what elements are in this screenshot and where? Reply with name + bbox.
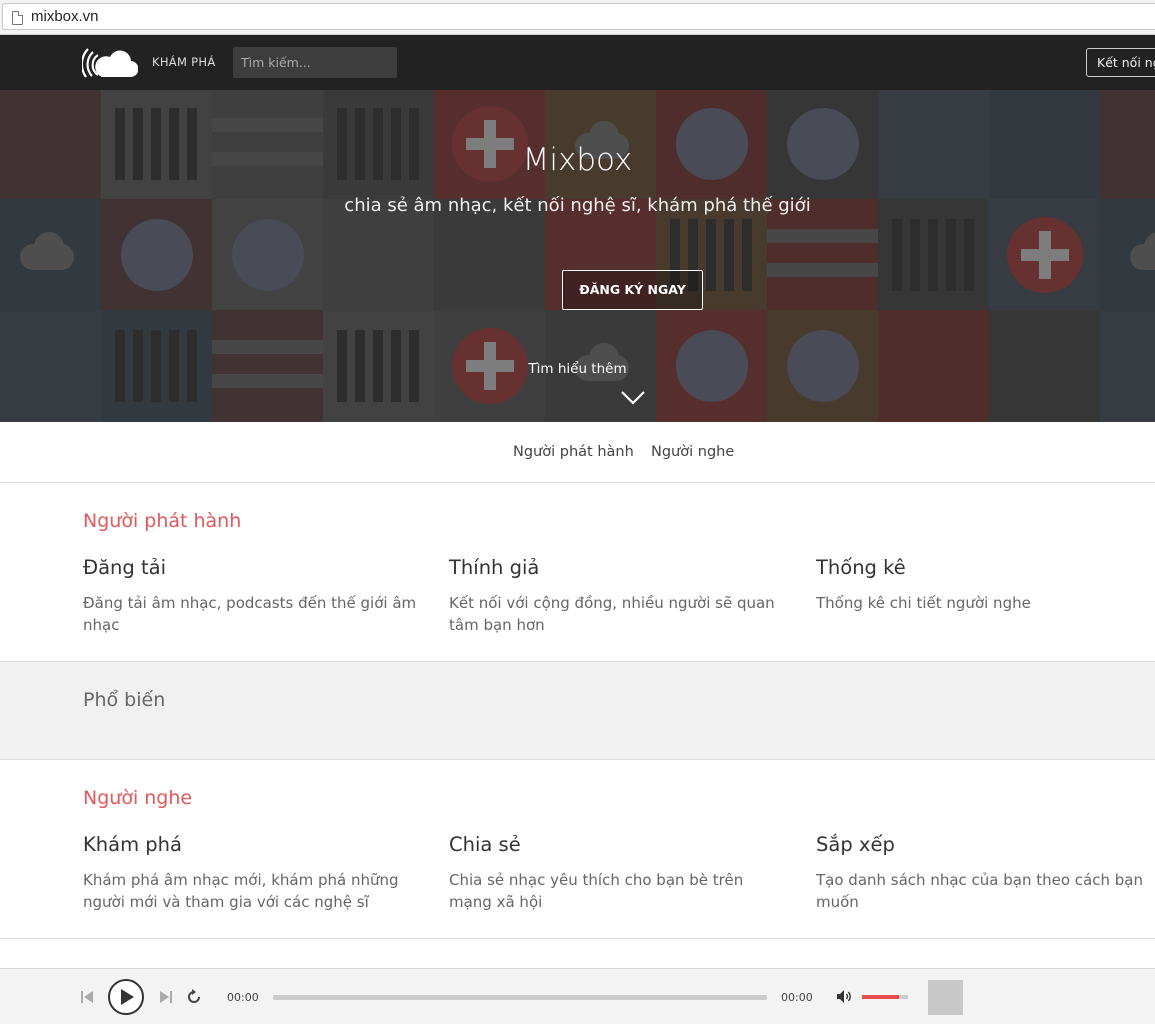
feature-title: Thống kê — [816, 556, 906, 579]
track-thumbnail[interactable] — [928, 980, 963, 1015]
tab-listener[interactable]: Người nghe — [651, 444, 734, 460]
cloud-logo-icon[interactable] — [82, 45, 138, 79]
repeat-icon[interactable] — [186, 989, 202, 1005]
feature-title: Thính giả — [449, 556, 540, 579]
volume-icon[interactable] — [836, 989, 853, 1004]
feature-desc: Khám phá âm nhạc mới, khám phá những ngư… — [83, 871, 399, 911]
feature-title: Sắp xếp — [816, 833, 895, 856]
publisher-section: Người phát hành Đăng tải Đăng tải âm nhạ… — [0, 484, 1155, 661]
duration-time: 00:00 — [781, 991, 813, 1004]
section-heading: Người phát hành — [83, 510, 242, 532]
connect-button[interactable]: Kết nối ng — [1086, 48, 1155, 77]
popular-section: Phổ biến — [0, 661, 1155, 760]
section-heading: Người nghe — [83, 787, 193, 809]
current-time: 00:00 — [227, 991, 259, 1004]
signup-button[interactable]: ĐĂNG KÝ NGAY — [562, 270, 703, 310]
progress-bar[interactable] — [273, 995, 767, 1000]
learn-more-link[interactable]: Tìm hiểu thêm — [0, 361, 1155, 377]
play-icon[interactable] — [107, 978, 145, 1016]
url-field[interactable]: mixbox.vn — [2, 3, 1155, 30]
hero-banner: Mixbox chia sẻ âm nhạc, kết nối nghệ sĩ,… — [0, 90, 1155, 422]
section-tabs: Người phát hành Người nghe — [0, 422, 1155, 483]
feature-desc: Tạo danh sách nhạc của bạn theo cách bạn… — [816, 871, 1143, 911]
feature-desc: Thống kê chi tiết người nghe — [816, 594, 1031, 612]
browser-address-bar: mixbox.vn — [0, 0, 1155, 35]
feature-desc: Đăng tải âm nhạc, podcasts đến thế giới … — [83, 594, 417, 634]
feature-desc: Chia sẻ nhạc yêu thích cho bạn bè trên m… — [449, 871, 744, 911]
nav-explore-link[interactable]: KHÁM PHÁ — [152, 55, 215, 69]
chevron-down-icon[interactable] — [620, 390, 646, 406]
feature-title: Đăng tải — [83, 556, 167, 579]
next-track-icon[interactable] — [159, 990, 172, 1004]
feature-title: Khám phá — [83, 833, 182, 856]
divider — [0, 938, 1155, 939]
previous-track-icon[interactable] — [81, 990, 94, 1004]
top-navbar: KHÁM PHÁ Kết nối ng — [0, 35, 1155, 90]
listener-section: Người nghe Khám phá Khám phá âm nhạc mới… — [0, 761, 1155, 938]
feature-desc: Kết nối với cộng đồng, nhiều người sẽ qu… — [449, 594, 775, 634]
url-text: mixbox.vn — [31, 8, 99, 25]
search-input[interactable] — [233, 47, 397, 78]
feature-title: Chia sẻ — [449, 833, 521, 856]
popular-heading: Phổ biến — [83, 689, 166, 711]
volume-level — [862, 995, 899, 999]
page-icon — [12, 11, 23, 25]
tab-publisher[interactable]: Người phát hành — [513, 444, 634, 460]
hero-title: Mixbox — [522, 142, 633, 178]
audio-player: 00:00 00:00 — [0, 968, 1155, 1024]
volume-slider[interactable] — [862, 995, 908, 999]
hero-subtitle: chia sẻ âm nhạc, kết nối nghệ sĩ, khám p… — [344, 195, 811, 216]
